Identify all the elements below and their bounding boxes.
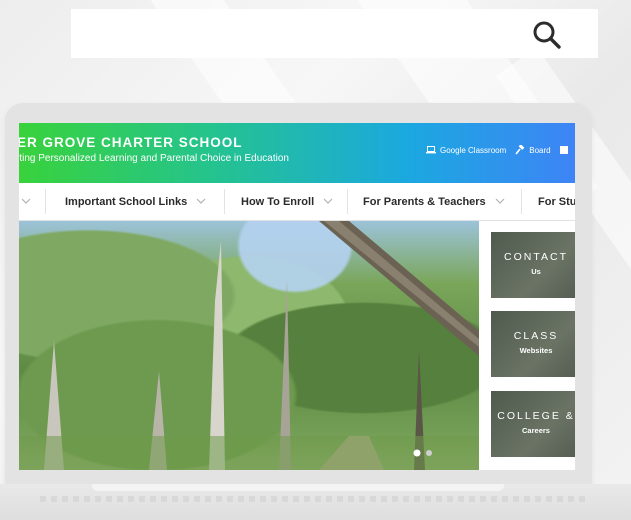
- hero-image: [19, 221, 479, 470]
- nav-item-for-parents-teachers[interactable]: For Parents & Teachers: [363, 183, 505, 220]
- partial-link-icon[interactable]: [559, 146, 568, 154]
- header-link-label: Board: [529, 145, 551, 155]
- forest-trees: [19, 221, 479, 470]
- card-subtitle: Careers: [522, 426, 550, 435]
- nav-item-important-school-links[interactable]: Important School Links: [65, 183, 206, 220]
- card-title: COLLEGE &: [497, 410, 575, 422]
- nav-divider: [45, 189, 46, 214]
- chevron-down-icon: [323, 198, 333, 204]
- chevron-down-icon: [495, 198, 505, 204]
- card-title: CLASS: [513, 330, 559, 342]
- laptop-keyboard: [40, 496, 590, 502]
- header-link-label: Google Classroom: [440, 145, 507, 155]
- header-link-board[interactable]: Board: [515, 145, 551, 155]
- quick-links-panel: CONTACT Us CLASS Websites COLLEGE & Care…: [479, 221, 575, 470]
- nav-divider: [347, 189, 348, 214]
- school-tagline: rting Personalized Learning and Parental…: [19, 153, 289, 164]
- class-websites-card[interactable]: CLASS Websites: [491, 311, 575, 377]
- header-links: Google Classroom Board: [426, 145, 568, 155]
- main-nav: Important School Links How To Enroll For…: [19, 183, 575, 221]
- school-name[interactable]: ER GROVE CHARTER SCHOOL: [19, 135, 243, 150]
- nav-item-for-students[interactable]: For Stu: [538, 183, 575, 220]
- chevron-down-icon: [196, 198, 206, 204]
- nav-item-how-to-enroll[interactable]: How To Enroll: [241, 183, 333, 220]
- search-icon[interactable]: [532, 20, 562, 50]
- card-subtitle: Websites: [519, 346, 553, 355]
- header-link-google-classroom[interactable]: Google Classroom: [426, 146, 506, 155]
- nav-item-label: Important School Links: [65, 195, 188, 208]
- carousel-dot[interactable]: [426, 450, 432, 456]
- laptop-screen: ER GROVE CHARTER SCHOOL rting Personaliz…: [19, 123, 575, 470]
- laptop-notch: [92, 484, 504, 491]
- nav-item-label: How To Enroll: [241, 195, 315, 208]
- nav-divider: [224, 189, 225, 214]
- site-header: ER GROVE CHARTER SCHOOL rting Personaliz…: [19, 123, 575, 183]
- carousel-dot[interactable]: [413, 449, 421, 457]
- search-bar[interactable]: [71, 9, 598, 58]
- chevron-down-icon[interactable]: [21, 198, 31, 205]
- college-careers-card[interactable]: COLLEGE & Careers: [491, 391, 575, 457]
- gavel-icon: [515, 145, 525, 155]
- nav-item-label: For Stu: [538, 195, 575, 208]
- card-title: CONTACT: [504, 251, 568, 263]
- laptop-base: [0, 484, 631, 520]
- nav-divider: [521, 189, 522, 214]
- laptop-icon: [426, 146, 436, 154]
- nav-item-label: For Parents & Teachers: [363, 195, 486, 208]
- card-subtitle: Us: [531, 267, 541, 276]
- contact-us-card[interactable]: CONTACT Us: [491, 232, 575, 298]
